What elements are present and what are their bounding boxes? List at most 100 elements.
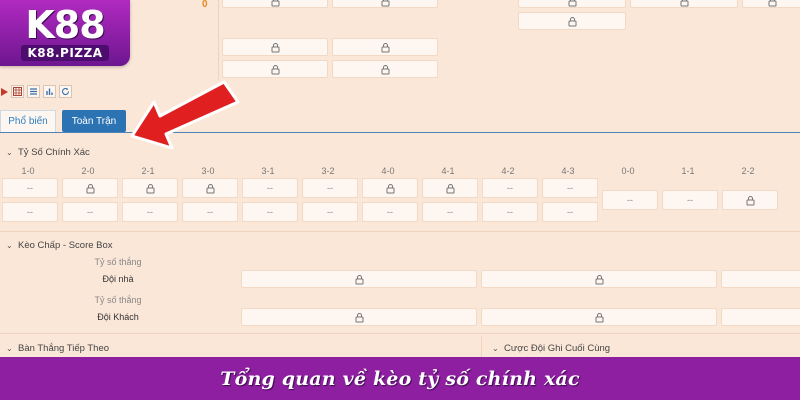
odds-cell-locked[interactable] <box>721 308 800 326</box>
chevron-down-icon: ⌄ <box>6 241 13 250</box>
odds-cell[interactable]: -- <box>482 178 538 198</box>
odds-cell-locked[interactable] <box>241 270 477 288</box>
odds-value: -- <box>387 207 393 217</box>
odds-value: -- <box>27 207 33 217</box>
lock-icon <box>271 42 280 53</box>
lock-icon <box>680 0 689 7</box>
odds-cell-locked[interactable] <box>742 0 800 8</box>
row-sublabel: Tỷ số thắng <box>94 295 142 305</box>
section-last-goal[interactable]: ⌄ Cược Đội Ghi Cuối Cùng <box>492 343 610 354</box>
logo-text: K88 <box>25 2 105 47</box>
lock-icon <box>595 274 604 285</box>
odds-cell[interactable]: -- <box>2 178 58 198</box>
odds-cell-locked[interactable] <box>182 178 238 198</box>
odds-cell-locked[interactable] <box>222 38 328 56</box>
section-title: Cược Đội Ghi Cuối Cùng <box>504 343 611 354</box>
odds-value: -- <box>327 183 333 193</box>
section-handicap[interactable]: ⌄ Kèo Chấp - Score Box <box>6 240 113 251</box>
odds-cell-locked[interactable] <box>721 270 800 288</box>
score-label: 3-2 <box>321 166 335 176</box>
section-correct-score[interactable]: ⌄ Tỷ Số Chính Xác <box>6 147 90 158</box>
odds-cell-locked[interactable] <box>722 190 778 210</box>
odds-cell[interactable]: -- <box>422 202 478 222</box>
lock-icon <box>271 0 280 7</box>
odds-cell-locked[interactable] <box>518 0 626 8</box>
odds-cell-locked[interactable] <box>122 178 178 198</box>
lock-icon <box>381 42 390 53</box>
score-label: 2-1 <box>141 166 155 176</box>
tab-full-match[interactable]: Toàn Trận <box>62 110 126 132</box>
row-team-label: Đội Khách <box>97 312 139 322</box>
section-next-goal[interactable]: ⌄ Bàn Thắng Tiếp Theo <box>6 343 109 354</box>
lock-icon <box>381 64 390 75</box>
score-label: 3-0 <box>201 166 215 176</box>
odds-cell[interactable]: -- <box>542 178 598 198</box>
odds-cell-locked[interactable] <box>332 38 438 56</box>
chevron-down-icon: ⌄ <box>6 344 13 353</box>
odds-cell[interactable]: -- <box>242 178 298 198</box>
lock-icon <box>746 195 755 206</box>
odds-cell[interactable]: -- <box>302 178 358 198</box>
odds-value: -- <box>567 207 573 217</box>
odds-value: -- <box>627 195 633 205</box>
lock-icon <box>86 183 95 194</box>
lock-icon <box>386 183 395 194</box>
odds-value: -- <box>447 207 453 217</box>
tab-popular[interactable]: Phổ biến <box>0 110 56 132</box>
divider <box>0 231 800 232</box>
section-title: Bàn Thắng Tiếp Theo <box>18 343 110 354</box>
score-label: 4-0 <box>381 166 395 176</box>
odds-cell[interactable]: -- <box>482 202 538 222</box>
odds-value: -- <box>687 195 693 205</box>
chevron-down-icon: ⌄ <box>492 344 499 353</box>
odds-cell[interactable]: -- <box>182 202 238 222</box>
odds-cell[interactable]: -- <box>302 202 358 222</box>
lock-icon <box>446 183 455 194</box>
score-label: 4-2 <box>501 166 515 176</box>
odds-value: -- <box>327 207 333 217</box>
odds-cell[interactable]: -- <box>362 202 418 222</box>
odds-cell-locked[interactable] <box>332 60 438 78</box>
odds-cell-locked[interactable] <box>422 178 478 198</box>
odds-cell-locked[interactable] <box>332 0 438 8</box>
odds-value: -- <box>507 183 513 193</box>
lock-icon <box>271 64 280 75</box>
odds-cell-locked[interactable] <box>222 0 328 8</box>
odds-cell[interactable]: -- <box>62 202 118 222</box>
odds-cell-locked[interactable] <box>518 12 626 30</box>
list-icon[interactable] <box>27 85 40 98</box>
row-sublabel: Tỷ số thắng <box>94 257 142 267</box>
score-label: 4-1 <box>441 166 455 176</box>
odds-cell-locked[interactable] <box>481 270 717 288</box>
top-count: 0 <box>202 0 208 10</box>
odds-value: -- <box>567 183 573 193</box>
odds-cell[interactable]: -- <box>122 202 178 222</box>
odds-cell-locked[interactable] <box>222 60 328 78</box>
odds-cell[interactable]: -- <box>662 190 718 210</box>
odds-cell-locked[interactable] <box>481 308 717 326</box>
lock-icon <box>381 0 390 7</box>
bar-chart-icon[interactable] <box>43 85 56 98</box>
odds-cell[interactable]: -- <box>2 202 58 222</box>
odds-cell[interactable]: -- <box>242 202 298 222</box>
lock-icon <box>768 0 777 7</box>
row-team-label: Đội nhà <box>102 274 134 284</box>
divider <box>218 0 219 80</box>
section-title: Tỷ Số Chính Xác <box>18 147 90 158</box>
arrow-pointer <box>130 80 240 150</box>
odds-value: -- <box>507 207 513 217</box>
odds-cell-locked[interactable] <box>241 308 477 326</box>
odds-cell[interactable]: -- <box>602 190 658 210</box>
odds-cell[interactable]: -- <box>542 202 598 222</box>
play-icon[interactable] <box>0 85 8 98</box>
odds-cell-locked[interactable] <box>62 178 118 198</box>
k88-logo[interactable]: K88 K88.PIZZA <box>0 0 130 66</box>
caption-text: Tổng quan về kèo tỷ số chính xác <box>220 367 580 390</box>
odds-cell-locked[interactable] <box>630 0 738 8</box>
refresh-icon[interactable] <box>59 85 72 98</box>
score-label: 1-1 <box>681 166 695 176</box>
odds-value: -- <box>267 183 273 193</box>
odds-value: -- <box>87 207 93 217</box>
odds-cell-locked[interactable] <box>362 178 418 198</box>
grid-icon[interactable] <box>11 85 24 98</box>
